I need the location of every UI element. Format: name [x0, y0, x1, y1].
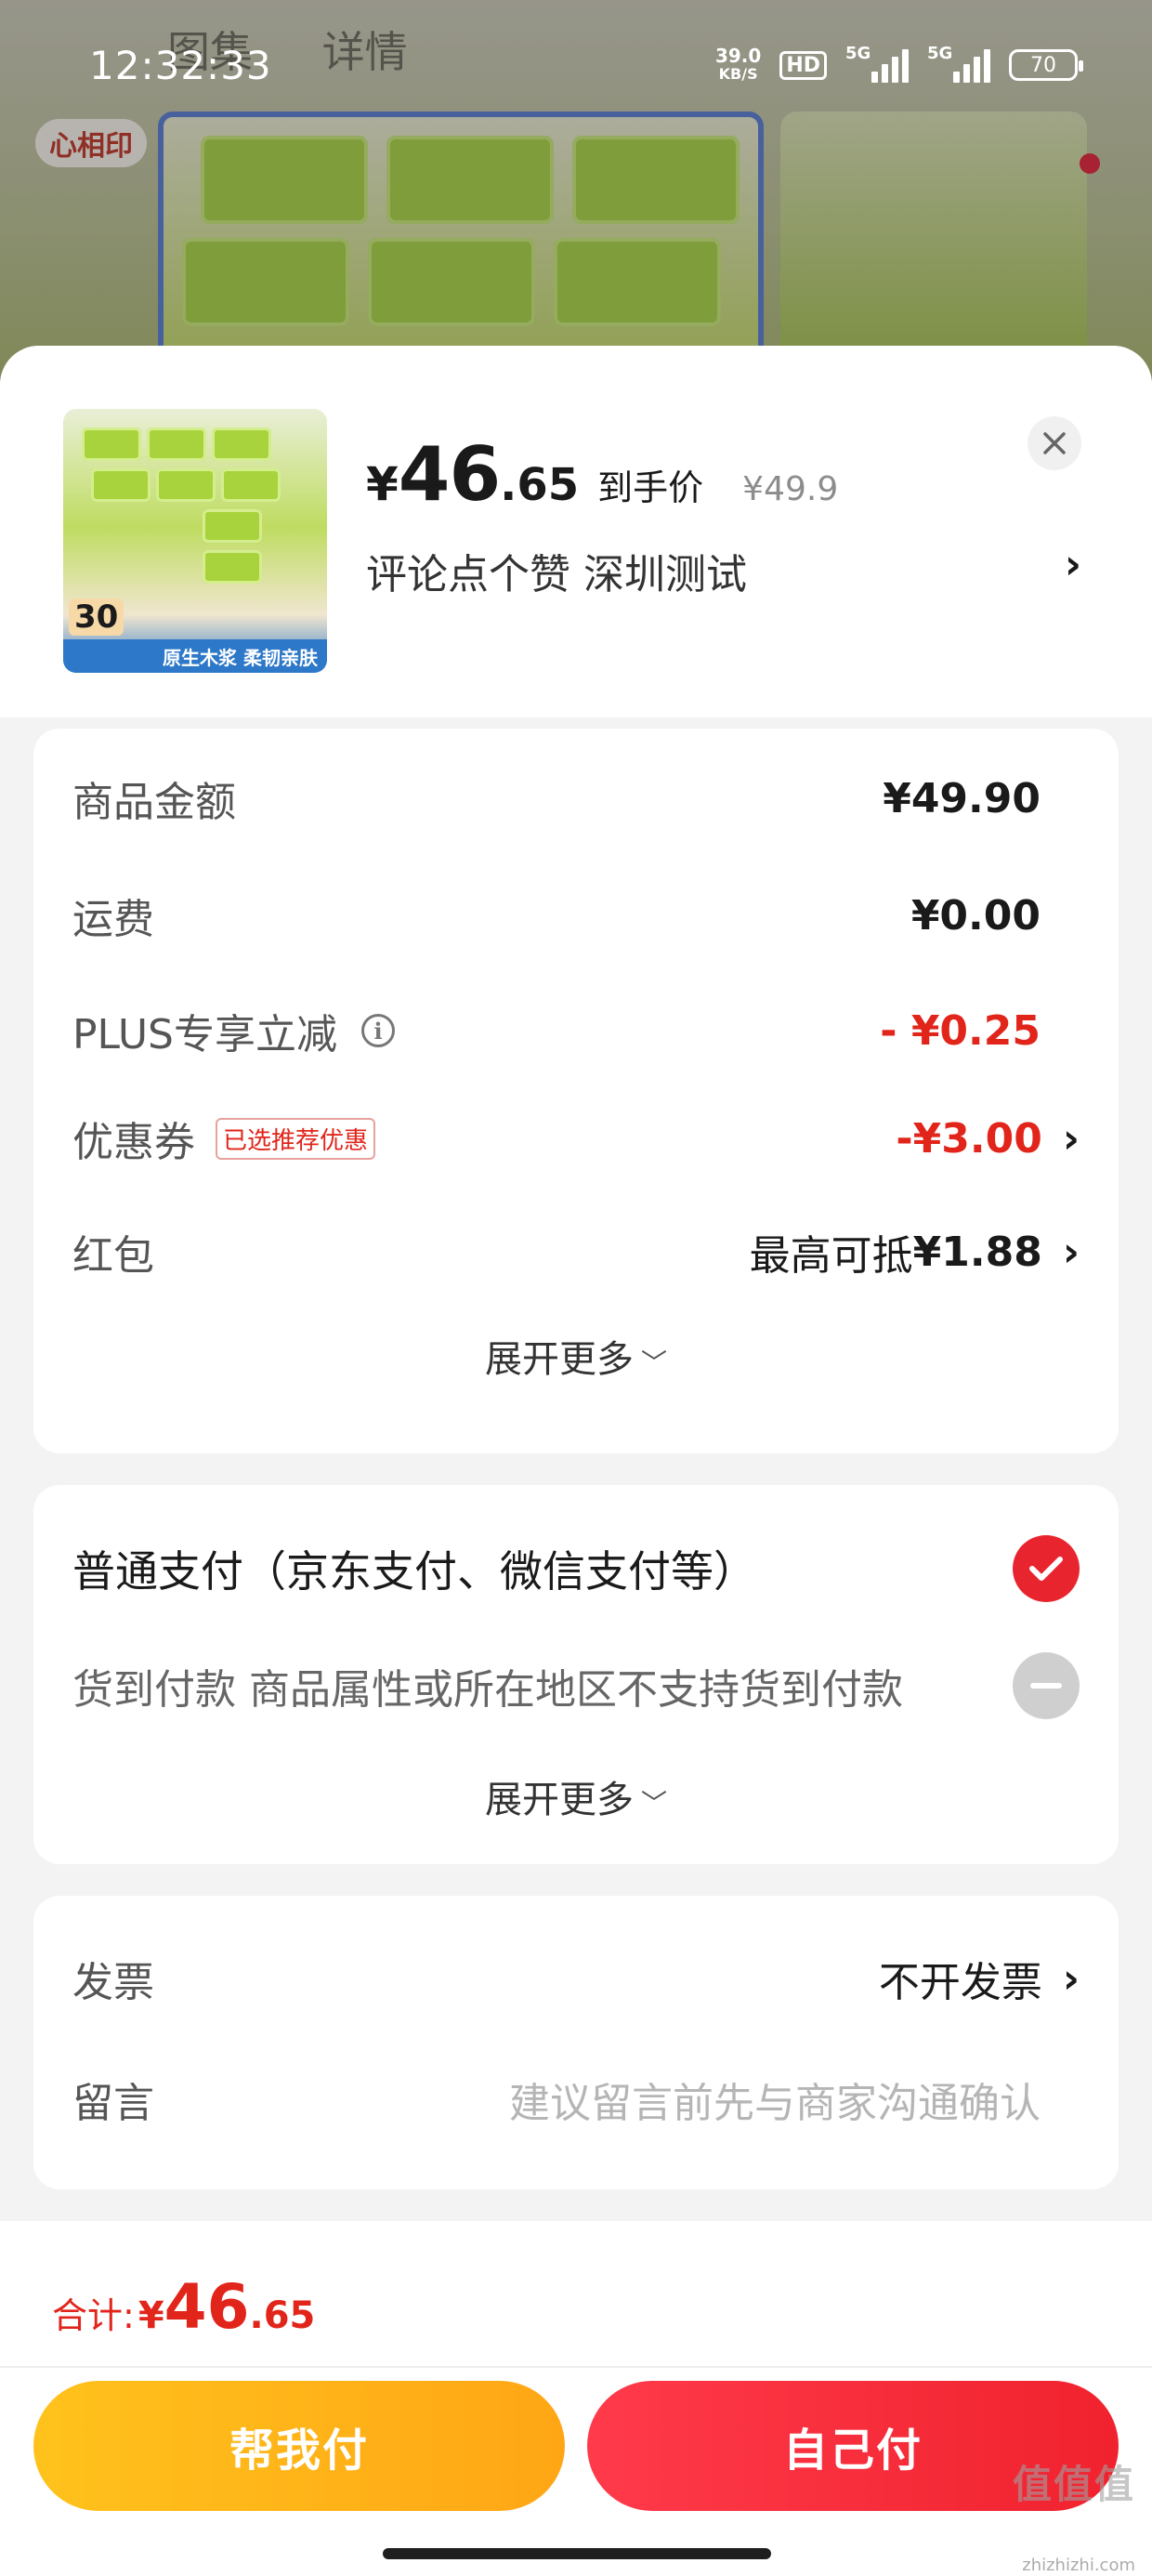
bottom-action-bar: 合计: ¥ 46 .65 帮我付 自己付 值值值 zhizhizhi.com [0, 2221, 1152, 2576]
chevron-right-icon: › [1062, 1114, 1080, 1163]
product-summary: 30 原生木浆 柔韧亲肤 ¥ 46 .65 到手价 ¥49.9 评论点个赞 深圳… [0, 346, 1152, 717]
order-total: 合计: ¥ 46 .65 [52, 2271, 316, 2343]
row-plus-discount: PLUS专享立减 i - ¥0.25 [72, 1006, 1041, 1059]
hd-voice-icon: HD [779, 50, 827, 80]
info-icon[interactable]: i [361, 1014, 395, 1047]
row-invoice[interactable]: 发票 不开发票 › [72, 1946, 1080, 2011]
row-coupon[interactable]: 优惠券 已选推荐优惠 -¥3.00 › [72, 1106, 1080, 1171]
help-me-pay-button[interactable]: 帮我付 [33, 2381, 565, 2511]
chevron-down-icon: ﹀ [640, 1347, 667, 1378]
row-goods-amount: 商品金额 ¥49.90 [72, 774, 1041, 827]
checkmark-icon[interactable] [1013, 1535, 1080, 1602]
close-icon [1043, 432, 1066, 454]
row-message[interactable]: 留言 建议留言前先与商家沟通确认 [72, 2067, 1080, 2132]
chevron-right-icon: › [1064, 541, 1081, 588]
disabled-minus-icon [1013, 1652, 1080, 1719]
coupon-recommended-badge: 已选推荐优惠 [216, 1117, 376, 1160]
product-image-band: 原生木浆 柔韧亲肤 [63, 639, 327, 673]
network-speed: 39.0 KB/S [714, 45, 762, 83]
pack-count-badge: 30 [69, 598, 124, 636]
invoice-card: 发票 不开发票 › 留言 建议留言前先与商家沟通确认 [33, 1896, 1119, 2189]
battery-icon: 70 [1009, 49, 1083, 81]
chevron-right-icon: › [1062, 1954, 1080, 2003]
original-price: ¥49.9 [742, 470, 839, 508]
expand-more-fees[interactable]: 展开更多 ﹀ [33, 1329, 1119, 1383]
spec-text: 评论点个赞 深圳测试 [366, 551, 747, 598]
price-breakdown-card: 商品金额 ¥49.90 运费 ¥0.00 PLUS专享立减 i - ¥0.25 … [33, 729, 1119, 1453]
row-red-packet[interactable]: 红包 最高可抵 ¥1.88 › [72, 1219, 1080, 1284]
watermark-logo: 值值值 [1012, 2462, 1135, 2507]
final-price-label: 到手价 [597, 467, 704, 508]
payment-method-card: 普通支付（京东支付、微信支付等） 货到付款 商品属性或所在地区不支持货到付款 展… [33, 1485, 1119, 1864]
status-icons: 39.0 KB/S HD 5G 5G 70 [714, 44, 1083, 84]
chevron-right-icon: › [1062, 1228, 1080, 1276]
watermark-url: zhizhizhi.com [1022, 2556, 1135, 2575]
chevron-down-icon: ﹀ [640, 1788, 667, 1819]
status-bar: 12:32:33 39.0 KB/S HD 5G 5G 70 [0, 0, 1152, 130]
signal-icon-2: 5G [927, 44, 990, 83]
payment-option-cod: 货到付款 商品属性或所在地区不支持货到付款 [72, 1649, 1080, 1723]
close-button[interactable] [1028, 416, 1081, 470]
signal-icon: 5G [845, 44, 909, 83]
divider [0, 2366, 1152, 2368]
final-price: ¥ 46 .65 到手价 ¥49.9 [366, 431, 839, 518]
clock: 12:32:33 [89, 43, 272, 88]
product-image[interactable]: 30 原生木浆 柔韧亲肤 [63, 409, 327, 673]
payment-option-normal[interactable]: 普通支付（京东支付、微信支付等） [72, 1531, 1080, 1606]
message-input[interactable]: 建议留言前先与商家沟通确认 [509, 2070, 1080, 2129]
row-shipping: 运费 ¥0.00 [72, 891, 1041, 944]
spec-selector[interactable]: 评论点个赞 深圳测试 › [366, 541, 1091, 600]
expand-more-payment[interactable]: 展开更多 ﹀ [33, 1769, 1119, 1823]
home-indicator[interactable] [383, 2548, 771, 2559]
